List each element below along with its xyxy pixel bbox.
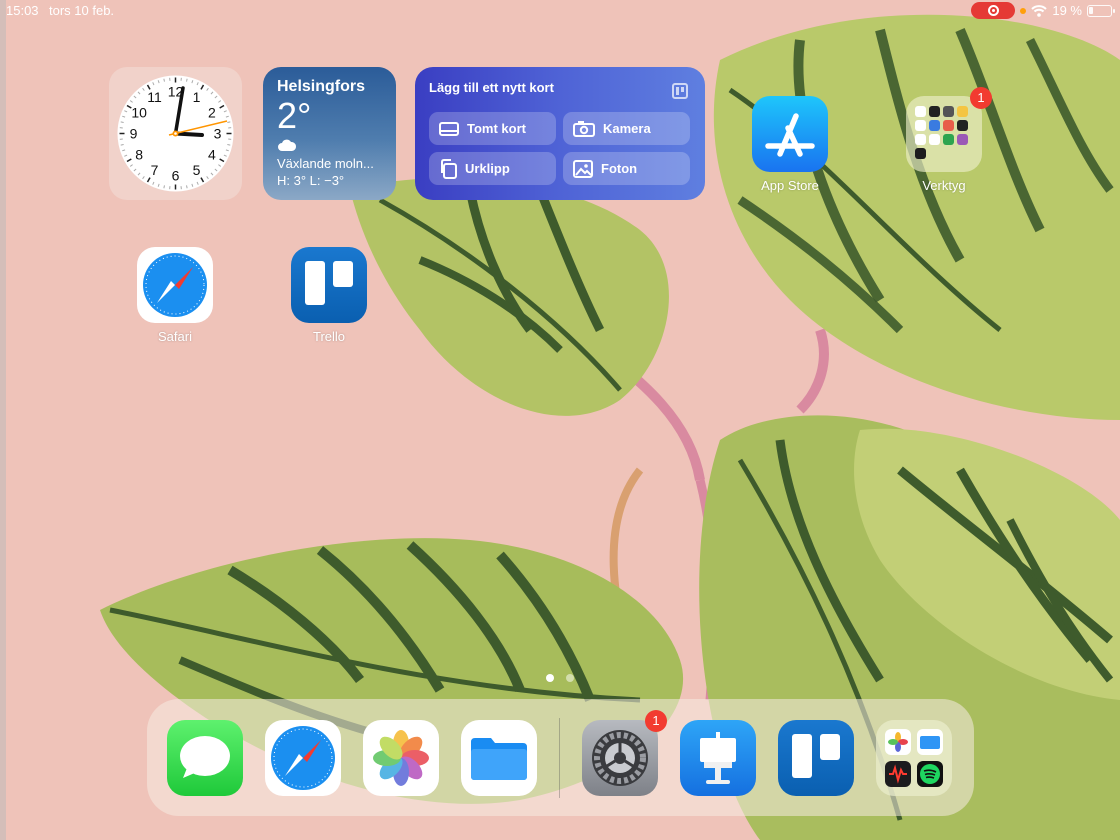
app-store-label: App Store: [761, 178, 819, 193]
trello-icon: [291, 247, 367, 323]
dock-folder-icon[interactable]: [876, 720, 952, 796]
dock-folder-spotify-icon: [917, 761, 943, 787]
dock-keynote-icon[interactable]: [680, 720, 756, 796]
clock-numeral: 2: [208, 105, 216, 121]
dock-trello-icon[interactable]: [778, 720, 854, 796]
weather-high-low: H: 3° L: −3°: [277, 173, 345, 188]
clock-tick: [186, 78, 188, 82]
dock-folder-files-icon: [917, 729, 943, 755]
weather-widget[interactable]: Helsingfors 2° Växlande moln... H: 3° L:…: [263, 67, 396, 200]
dock-folder-photos-icon: [885, 729, 911, 755]
status-time: 15:03: [6, 3, 39, 18]
mini-contacts-icon: [929, 134, 940, 145]
clock-numeral: 1: [193, 89, 201, 105]
mini-compass-icon: [943, 106, 954, 117]
verktyg-badge: 1: [970, 87, 992, 109]
status-bar: 15:03 tors 10 feb. 19 %: [0, 0, 1120, 22]
trello-app[interactable]: Trello: [279, 247, 379, 344]
mini-tips-icon: [915, 134, 926, 145]
clock-numeral: 10: [131, 105, 147, 121]
wifi-icon: [1031, 4, 1048, 17]
dock-messages-icon[interactable]: [167, 720, 243, 796]
record-icon: [987, 5, 999, 16]
clock-numeral: 5: [193, 162, 201, 178]
status-indicators: 19 %: [971, 2, 1115, 19]
mini-notes-icon: [957, 106, 968, 117]
dock-divider: [559, 718, 560, 798]
clipboard-label: Urklipp: [465, 161, 510, 176]
hour-hand: [173, 131, 204, 137]
clock-numeral: 3: [214, 126, 222, 142]
mini-clock-icon: [915, 106, 926, 117]
mini-voice-memos-icon: [957, 120, 968, 131]
photos-button[interactable]: Foton: [563, 152, 690, 185]
clock-tick: [163, 185, 165, 189]
clock-face: 12 1234567891011: [117, 75, 234, 192]
clock-numeral: 6: [172, 168, 180, 184]
mini-measure-icon: [915, 148, 926, 159]
battery-icon: [1087, 4, 1115, 17]
page-dot-inactive[interactable]: [566, 674, 574, 682]
photo-icon: [573, 159, 593, 178]
app-store-icon: [752, 96, 828, 172]
settings-badge: 1: [645, 710, 667, 732]
blank-card-button[interactable]: Tomt kort: [429, 112, 556, 145]
safari-app[interactable]: Safari: [125, 247, 225, 344]
clock-numeral: 11: [147, 89, 162, 105]
clock-numeral: 7: [151, 162, 159, 178]
trello-label: Trello: [312, 329, 346, 344]
app-store-app[interactable]: App Store: [740, 96, 840, 193]
clock-widget[interactable]: 12 1 2 3 4 5 6 7 8 9 10 11: [109, 67, 242, 200]
dock-folder-voice-memos-icon: [885, 761, 911, 787]
card-icon: [439, 121, 459, 136]
trello-logo-icon: [672, 83, 688, 99]
safari-icon: [137, 247, 213, 323]
clipboard-button[interactable]: Urklipp: [429, 152, 556, 185]
safari-label: Safari: [158, 329, 192, 344]
dock-safari-icon[interactable]: [265, 720, 341, 796]
clock-tick: [120, 121, 124, 123]
weather-temperature: 2°: [277, 95, 312, 136]
verktyg-label: Verktyg: [922, 178, 966, 193]
clock-tick: [120, 144, 124, 146]
mini-podcasts-icon: [957, 134, 968, 145]
mic-in-use-icon: [1020, 7, 1027, 14]
verktyg-folder[interactable]: 1 Verktyg: [894, 87, 994, 193]
status-date: tors 10 feb.: [49, 3, 115, 18]
clock-numeral: 9: [130, 126, 138, 142]
camera-icon: [573, 121, 595, 137]
clock-tick: [186, 185, 188, 189]
battery-percent: 19 %: [1052, 3, 1082, 18]
dock-files-icon[interactable]: [461, 720, 537, 796]
mini-maps-icon: [929, 120, 940, 131]
clock-numeral: 8: [135, 147, 143, 163]
dock-settings-icon[interactable]: [582, 720, 658, 796]
clock-tick: [227, 144, 231, 146]
clock-tick: [163, 78, 165, 82]
mini-calculator-icon: [929, 106, 940, 117]
clipboard-icon: [441, 158, 457, 179]
mini-find-my-icon: [943, 134, 954, 145]
cloud-icon: [278, 139, 297, 151]
camera-label: Kamera: [603, 121, 651, 136]
trello-widget[interactable]: Lägg till ett nytt kort Tomt kort Kamera…: [415, 67, 705, 200]
mini-reminders-icon: [943, 120, 954, 131]
page-dot-active[interactable]: [546, 674, 554, 682]
blank-card-label: Tomt kort: [467, 121, 526, 136]
folder-icon: [906, 96, 982, 172]
mini-magnifier-icon: [915, 120, 926, 131]
weather-condition: Växlande moln...: [277, 156, 374, 171]
weather-city: Helsingfors: [277, 78, 366, 95]
camera-button[interactable]: Kamera: [563, 112, 690, 145]
screen-recording-indicator[interactable]: [971, 2, 1016, 19]
photos-label: Foton: [601, 161, 638, 176]
trello-widget-title: Lägg till ett nytt kort: [429, 80, 554, 95]
clock-tick: [227, 121, 231, 123]
clock-numeral: 4: [208, 147, 216, 163]
dock-photos-icon[interactable]: [363, 720, 439, 796]
